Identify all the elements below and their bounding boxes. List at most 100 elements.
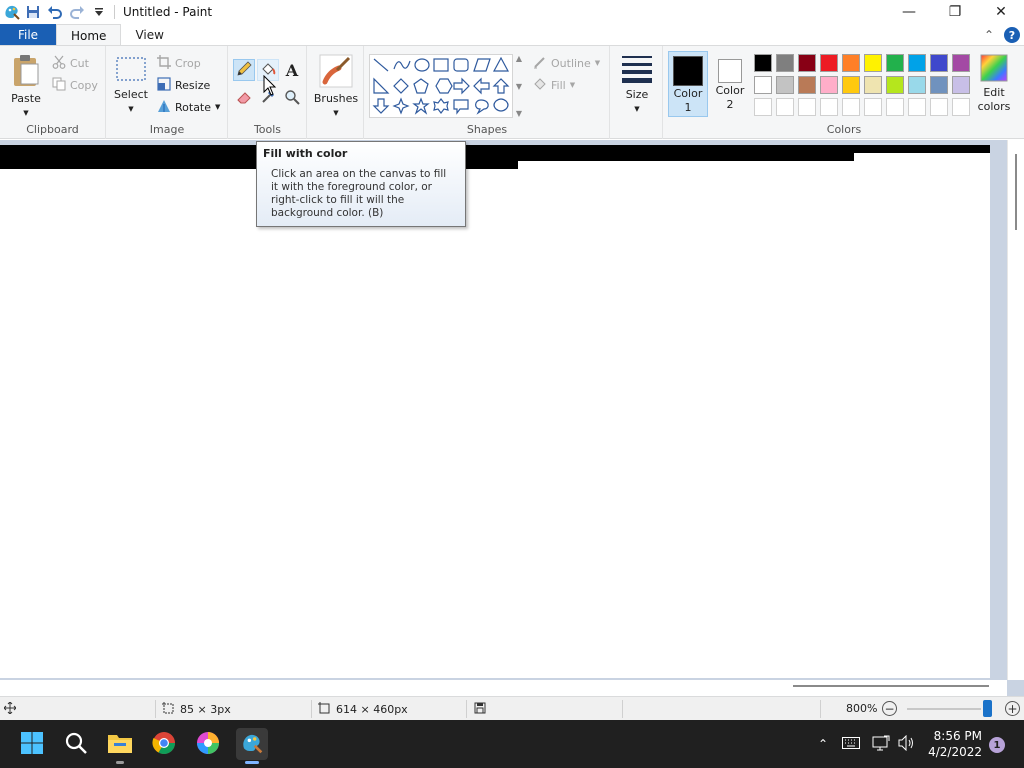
redo-icon[interactable] <box>66 1 88 23</box>
tab-view[interactable]: View <box>121 24 177 46</box>
palette-color-swatch[interactable] <box>842 76 860 94</box>
brushes-button[interactable]: Brushes ▼ <box>314 54 358 119</box>
palette-color-swatch[interactable] <box>952 54 970 72</box>
clock[interactable]: 8:56 PM 4/2/2022 <box>928 728 982 760</box>
four-point-star-shape-icon <box>392 97 410 115</box>
scroll-up-icon[interactable]: ▲ <box>516 54 522 63</box>
scroll-down-icon[interactable]: ▼ <box>516 82 522 91</box>
zoom-slider-thumb[interactable] <box>983 700 992 717</box>
palette-color-swatch[interactable] <box>798 54 816 72</box>
running-indicator <box>116 761 124 764</box>
clipboard-group: Paste ▼ Cut Copy Clipboard <box>0 46 106 139</box>
custom-color-slot[interactable] <box>754 98 772 116</box>
tab-file[interactable]: File <box>0 24 56 46</box>
select-dropdown-icon: ▼ <box>128 105 134 113</box>
custom-color-slot[interactable] <box>952 98 970 116</box>
custom-color-slot[interactable] <box>842 98 860 116</box>
minimize-button[interactable]: — <box>886 0 932 24</box>
collapse-ribbon-icon[interactable]: ⌃ <box>984 28 994 42</box>
zoom-in-button[interactable]: + <box>1005 701 1020 716</box>
crop-label: Crop <box>175 56 201 70</box>
network-icon[interactable] <box>872 735 890 754</box>
shapes-gallery-scroll[interactable]: ▲ ▼ ▼ <box>513 54 525 118</box>
eraser-tool[interactable] <box>233 87 255 109</box>
custom-color-slot[interactable] <box>798 98 816 116</box>
palette-color-swatch[interactable] <box>930 54 948 72</box>
size-button[interactable]: Size ▼ <box>617 54 657 115</box>
taskbar-paint[interactable] <box>236 728 268 764</box>
customize-toolbar-icon[interactable] <box>88 1 110 23</box>
custom-color-slot[interactable] <box>820 98 838 116</box>
palette-color-swatch[interactable] <box>952 76 970 94</box>
expand-gallery-icon[interactable]: ▼ <box>516 109 522 118</box>
vertical-scrollbar[interactable] <box>1007 140 1024 680</box>
crop-button[interactable]: Crop <box>157 53 201 73</box>
keyboard-icon[interactable] <box>842 736 860 752</box>
pencil-tool[interactable] <box>233 59 255 81</box>
start-button[interactable] <box>16 728 48 760</box>
down-arrow-shape-icon <box>372 98 390 114</box>
color2-label-line1: Color <box>715 84 745 97</box>
palette-color-swatch[interactable] <box>886 76 904 94</box>
vertical-scroll-thumb[interactable] <box>1015 154 1017 230</box>
colors-group: Color 1 Color 2 Edit colors Colors <box>664 46 1024 139</box>
palette-color-swatch[interactable] <box>842 54 860 72</box>
color1-button[interactable]: Color 1 <box>668 51 708 117</box>
chevron-up-icon[interactable]: ⌃ <box>812 737 834 751</box>
custom-color-slot[interactable] <box>776 98 794 116</box>
palette-color-swatch[interactable] <box>864 54 882 72</box>
custom-color-slot[interactable] <box>886 98 904 116</box>
image-size: 614 × 460px <box>318 702 408 717</box>
paint-app-icon[interactable] <box>2 2 22 22</box>
palette-color-swatch[interactable] <box>930 76 948 94</box>
palette-color-swatch[interactable] <box>798 76 816 94</box>
undo-icon[interactable] <box>44 1 66 23</box>
resize-button[interactable]: Resize <box>157 75 210 95</box>
close-button[interactable]: ✕ <box>978 0 1024 24</box>
oval-shape-icon <box>414 58 430 72</box>
palette-color-swatch[interactable] <box>776 54 794 72</box>
magnifier-tool[interactable] <box>281 87 303 109</box>
palette-color-swatch[interactable] <box>820 76 838 94</box>
horizontal-scroll-thumb[interactable] <box>793 685 989 687</box>
search-button[interactable] <box>60 728 92 760</box>
custom-color-slot[interactable] <box>908 98 926 116</box>
copy-button[interactable]: Copy <box>52 75 98 95</box>
notification-badge[interactable]: 1 <box>989 737 1005 753</box>
palette-color-swatch[interactable] <box>908 54 926 72</box>
outline-label: Outline <box>551 56 591 70</box>
clipboard-group-label: Clipboard <box>26 123 79 136</box>
taskbar-photos[interactable] <box>192 728 224 760</box>
paint-app-icon <box>240 731 264 758</box>
fill-button[interactable]: Fill ▼ <box>533 75 575 95</box>
save-icon[interactable] <box>22 1 44 23</box>
paste-button[interactable]: Paste ▼ <box>8 54 44 119</box>
palette-color-swatch[interactable] <box>754 54 772 72</box>
horizontal-scrollbar[interactable] <box>0 680 1007 696</box>
text-tool[interactable]: A <box>281 59 303 81</box>
zoom-out-button[interactable]: − <box>882 701 897 716</box>
custom-color-slot[interactable] <box>864 98 882 116</box>
color2-button[interactable]: Color 2 <box>711 55 749 111</box>
select-button[interactable]: Select ▼ <box>113 56 149 115</box>
cut-button[interactable]: Cut <box>52 53 89 73</box>
palette-color-swatch[interactable] <box>820 54 838 72</box>
palette-color-swatch[interactable] <box>776 76 794 94</box>
taskbar-chrome[interactable] <box>148 728 180 760</box>
drawing-canvas[interactable] <box>0 145 990 678</box>
help-icon[interactable]: ? <box>1004 27 1020 43</box>
palette-color-swatch[interactable] <box>754 76 772 94</box>
palette-color-swatch[interactable] <box>886 54 904 72</box>
custom-color-slot[interactable] <box>930 98 948 116</box>
volume-icon[interactable] <box>898 734 916 754</box>
rectangle-shape-icon <box>433 58 449 72</box>
maximize-button[interactable]: ❐ <box>932 0 978 24</box>
outline-button[interactable]: Outline ▼ <box>533 53 600 73</box>
taskbar-file-explorer[interactable] <box>104 728 136 764</box>
edit-colors-button[interactable]: Edit colors <box>976 54 1012 113</box>
tab-home[interactable]: Home <box>56 24 122 46</box>
palette-color-swatch[interactable] <box>908 76 926 94</box>
palette-color-swatch[interactable] <box>864 76 882 94</box>
rotate-button[interactable]: Rotate ▼ <box>157 97 220 117</box>
zoom-slider-track[interactable] <box>907 708 981 710</box>
